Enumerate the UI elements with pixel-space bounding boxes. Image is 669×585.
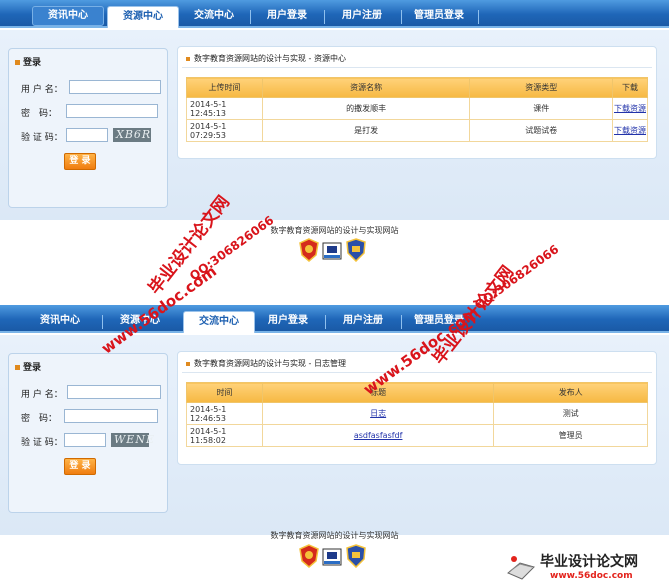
book-icon <box>507 556 535 580</box>
security-icon <box>322 548 342 566</box>
table-header-row: 上传时间 资源名称 资源类型 下载 <box>186 77 648 98</box>
table-row: 2014-5-1 12:46:53 日志 测试 <box>186 402 648 425</box>
captcha-image[interactable]: XB6R <box>113 128 151 142</box>
cell-type: 试题试卷 <box>469 119 614 142</box>
captcha-input[interactable] <box>64 433 106 447</box>
nav-tab-news[interactable]: 资讯中心 <box>32 6 104 26</box>
log-title-link[interactable]: 日志 <box>370 409 386 418</box>
security-icon <box>322 242 342 260</box>
shield-icon <box>346 238 366 262</box>
shield-icon <box>346 544 366 568</box>
footer-site-name: 数字教育资源网站的设计与实现网站 <box>270 226 399 235</box>
police-badge-icon <box>299 238 319 262</box>
cell-time: 2014-5-1 11:58:02 <box>186 424 263 447</box>
captcha-input[interactable] <box>66 128 108 142</box>
password-label: 密 码： <box>21 109 58 119</box>
table-row: 2014-5-1 07:29:53 是打发 试题试卷 下载资源 <box>186 119 648 142</box>
nav-tab-community[interactable]: 交流中心 <box>183 311 255 333</box>
cell-time: 2014-5-1 12:45:13 <box>186 97 263 120</box>
nav-tab-register[interactable]: 用户注册 <box>327 311 399 333</box>
table-header-row: 时间 标题 发布人 <box>186 382 648 403</box>
nav-tab-user-login[interactable]: 用户登录 <box>251 6 323 28</box>
cell-name: 的撒发顺丰 <box>261 97 471 120</box>
nav-tab-community[interactable]: 交流中心 <box>178 6 250 28</box>
nav-tab-user-login[interactable]: 用户登录 <box>252 311 324 333</box>
title-divider <box>182 67 652 68</box>
log-panel: 数字教育资源网站的设计与实现 - 日志管理 时间 标题 发布人 2014-5-1… <box>177 351 657 465</box>
table-row: 2014-5-1 12:45:13 的撒发顺丰 课件 下载资源 <box>186 97 648 120</box>
login-button[interactable]: 登 录 <box>64 458 96 475</box>
login-title: 登录 <box>15 360 41 373</box>
username-input[interactable] <box>69 80 161 94</box>
cell-name: 是打发 <box>261 119 471 142</box>
captcha-label: 验 证 码： <box>21 133 63 143</box>
login-title: 登录 <box>15 55 41 68</box>
panel-title: 数字教育资源网站的设计与实现 - 资源中心 <box>186 53 346 64</box>
log-title-link[interactable]: asdfasfasfdf <box>354 431 403 440</box>
login-panel: 登录 用 户 名： 密 码： 验 证 码： XB6R 登 录 <box>8 48 168 208</box>
resource-panel: 数字教育资源网站的设计与实现 - 资源中心 上传时间 资源名称 资源类型 下载 … <box>177 46 657 159</box>
nav-divider <box>102 315 103 329</box>
nav-tab-admin-login[interactable]: 管理员登录 <box>403 6 475 28</box>
nav-tab-news[interactable]: 资讯中心 <box>24 311 96 333</box>
nav-tab-register[interactable]: 用户注册 <box>326 6 398 28</box>
table-row: 2014-5-1 11:58:02 asdfasfasfdf 管理员 <box>186 424 648 447</box>
top-nav-bar: 资讯中心 资源中心 交流中心 用户登录 用户注册 管理员登录 <box>0 0 669 28</box>
cell-type: 课件 <box>469 97 614 120</box>
username-input[interactable] <box>67 385 161 399</box>
login-panel: 登录 用 户 名： 密 码： 验 证 码： WENE 登 录 <box>8 353 168 513</box>
panel-title: 数字教育资源网站的设计与实现 - 日志管理 <box>186 358 346 369</box>
brand-name: 毕业设计论文网 <box>540 554 638 570</box>
col-resource-type: 资源类型 <box>469 77 614 98</box>
col-time: 时间 <box>186 382 263 403</box>
download-link[interactable]: 下载资源 <box>614 104 646 113</box>
col-upload-time: 上传时间 <box>186 77 263 98</box>
username-label: 用 户 名： <box>21 85 63 95</box>
cell-author: 测试 <box>493 402 648 425</box>
nav-tab-resources[interactable]: 资源中心 <box>107 6 179 28</box>
nav-divider <box>325 315 326 329</box>
cell-time: 2014-5-1 07:29:53 <box>186 119 263 142</box>
captcha-image[interactable]: WENE <box>111 433 154 447</box>
title-divider <box>182 372 652 373</box>
cell-time: 2014-5-1 12:46:53 <box>186 402 263 425</box>
footer-site-name: 数字教育资源网站的设计与实现网站 <box>270 531 399 540</box>
resource-table: 上传时间 资源名称 资源类型 下载 2014-5-1 12:45:13 的撒发顺… <box>186 77 648 142</box>
download-link[interactable]: 下载资源 <box>614 126 646 135</box>
nav-divider <box>478 10 479 24</box>
nav-divider <box>401 10 402 24</box>
log-table: 时间 标题 发布人 2014-5-1 12:46:53 日志 测试 2014-5… <box>186 382 648 447</box>
nav-divider <box>401 315 402 329</box>
col-download: 下载 <box>612 77 648 98</box>
captcha-label: 验 证 码： <box>21 438 63 448</box>
top-nav-bar: 资讯中心 资源中心 交流中心 用户登录 用户注册 管理员登录 <box>0 305 669 333</box>
password-input[interactable] <box>64 409 158 423</box>
police-badge-icon <box>299 544 319 568</box>
brand-url: www.56doc.com <box>550 571 633 581</box>
password-input[interactable] <box>66 104 158 118</box>
col-author: 发布人 <box>493 382 648 403</box>
col-resource-name: 资源名称 <box>261 77 471 98</box>
login-button[interactable]: 登 录 <box>64 153 96 170</box>
password-label: 密 码： <box>21 414 58 424</box>
cell-author: 管理员 <box>493 424 648 447</box>
nav-divider <box>324 10 325 24</box>
username-label: 用 户 名： <box>21 390 63 400</box>
screenshot-top: 资讯中心 资源中心 交流中心 用户登录 用户注册 管理员登录 登录 用 户 名：… <box>0 0 669 293</box>
